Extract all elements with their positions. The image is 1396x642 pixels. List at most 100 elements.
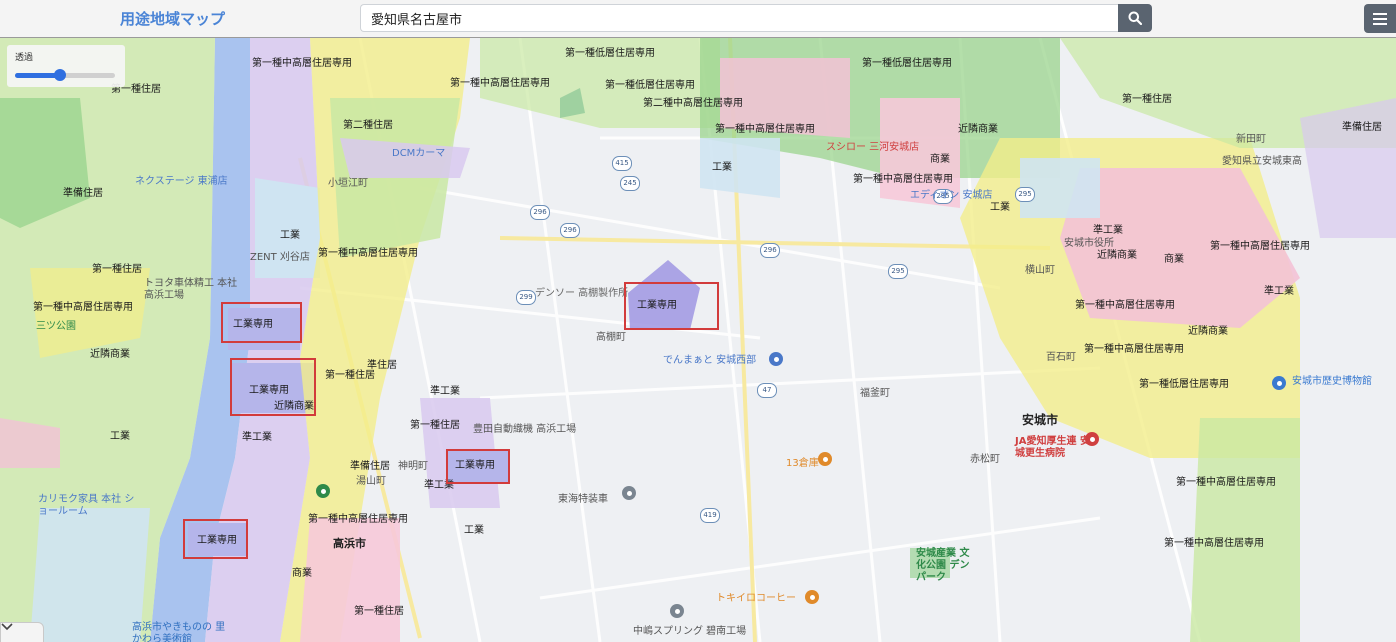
road-marker: 419 <box>700 508 720 523</box>
zone-label: 第一種低層住居専用 <box>565 48 655 59</box>
place-label: 安城市 <box>1022 413 1059 427</box>
zone-label: 準備住居 <box>63 188 103 199</box>
place-label: 安城産業 文化公園 デンパーク <box>916 548 970 583</box>
shop-pin-icon[interactable] <box>818 452 832 466</box>
zone-label: 第一種中高層住居専用 <box>450 78 550 89</box>
zone-label: 工業 <box>712 162 732 173</box>
place-label: JA愛知厚生連 安城更生病院 <box>1015 436 1090 459</box>
road-marker: 299 <box>516 290 536 305</box>
search-input[interactable] <box>360 4 1118 32</box>
zone-label: 準工業 <box>242 432 272 443</box>
app-header: 用途地域マップ <box>0 0 1396 38</box>
place-label: トキイロコーヒー <box>716 593 796 604</box>
highlight-label-2: 工業専用 <box>249 385 289 396</box>
zone-label: 準住居 <box>367 360 397 371</box>
place-label: DCMカーマ <box>392 148 446 159</box>
hospital-pin-icon[interactable] <box>1085 432 1099 446</box>
road-marker: 296 <box>530 205 550 220</box>
zone-label: 準工業 <box>430 386 460 397</box>
place-label: 安城市歴史博物館 <box>1292 376 1372 387</box>
highlight-label-4: 工業専用 <box>637 300 677 311</box>
place-label: 高棚町 <box>596 332 626 343</box>
search-icon <box>1128 11 1142 25</box>
chevron-down-icon <box>1 623 13 631</box>
zone-label: 第二種中高層住居専用 <box>643 98 743 109</box>
place-label: エディオン 安城店 <box>910 190 993 201</box>
place-label: 中嶋スプリング 碧南工場 <box>633 626 747 637</box>
place-label: 神明町 <box>398 461 428 472</box>
factory-pin-icon[interactable] <box>670 604 684 618</box>
zone-label: 第一種住居 <box>1122 94 1172 105</box>
zone-label: 商業 <box>1164 254 1184 265</box>
cafe-pin-icon[interactable] <box>805 590 819 604</box>
place-label: 百石町 <box>1046 352 1076 363</box>
zone-label: 第一種中高層住居専用 <box>1075 300 1175 311</box>
zone-label: 第一種住居 <box>92 264 142 275</box>
zone-label: 工業 <box>990 202 1010 213</box>
zone-label: 準備住居 <box>1342 122 1382 133</box>
zone-label: 準工業 <box>1264 286 1294 297</box>
place-label: カリモク家具 本社 ショールーム <box>38 494 135 517</box>
place-label: 13倉庫 <box>786 458 819 469</box>
zone-label: 第二種住居 <box>343 120 393 131</box>
zone-label: 第一種中高層住居専用 <box>1164 538 1264 549</box>
zone-label: 第一種低層住居専用 <box>605 80 695 91</box>
place-label: スシロー 三河安城店 <box>826 142 920 153</box>
highlight-label-3: 工業専用 <box>455 460 495 471</box>
place-label: 小垣江町 <box>328 178 368 189</box>
zone-label: 商業 <box>292 568 312 579</box>
place-label: デンソー 高棚製作所 <box>535 288 629 299</box>
zone-label: 第一種低層住居専用 <box>1139 379 1229 390</box>
road-marker: 47 <box>757 383 777 398</box>
place-label: トヨタ車体精工 本社 高浜工場 <box>144 278 238 301</box>
zone-label: 第一種中高層住居専用 <box>252 58 352 69</box>
zone-label: 第一種中高層住居専用 <box>1210 241 1310 252</box>
place-label: 福釜町 <box>860 388 890 399</box>
search-button[interactable] <box>1118 4 1152 32</box>
expand-toggle-button[interactable] <box>0 622 44 642</box>
highlight-label-5: 工業専用 <box>197 535 237 546</box>
factory-pin-icon[interactable] <box>622 486 636 500</box>
zone-label: 工業 <box>110 431 130 442</box>
hamburger-menu-icon <box>1373 12 1387 25</box>
zone-label: 近隣商業 <box>1097 250 1137 261</box>
app-title[interactable]: 用途地域マップ <box>120 8 225 29</box>
menu-button[interactable] <box>1364 4 1396 33</box>
highlight-label-1: 工業専用 <box>233 319 273 330</box>
place-label: ZENT 刈谷店 <box>250 252 310 263</box>
zone-label: 第一種低層住居専用 <box>862 58 952 69</box>
zone-label: 準備住居 <box>350 461 390 472</box>
opacity-panel: 透過 <box>7 45 125 87</box>
road-marker: 295 <box>1015 187 1035 202</box>
opacity-slider-thumb[interactable] <box>54 69 66 81</box>
zone-label: 第一種中高層住居専用 <box>1084 344 1184 355</box>
zone-label: 近隣商業 <box>958 124 998 135</box>
place-label: 高浜市 <box>333 537 366 550</box>
zone-label: 第一種中高層住居専用 <box>308 514 408 525</box>
map-canvas[interactable]: 296 296 296 295 295 295 299 47 415 245 419 工業専用 工業… <box>0 38 1396 642</box>
park-pin-icon[interactable] <box>316 484 330 498</box>
road-marker: 296 <box>760 243 780 258</box>
zone-label: 第一種住居 <box>410 420 460 431</box>
road-marker: 296 <box>560 223 580 238</box>
zone-label: 準工業 <box>1093 225 1123 236</box>
place-label: ネクステージ 東浦店 <box>135 176 228 187</box>
place-label: 東海特装車 <box>558 494 608 505</box>
search-bar <box>360 4 1152 32</box>
store-pin-icon[interactable] <box>769 352 783 366</box>
zone-label: 工業 <box>280 230 300 241</box>
zone-label: 第一種中高層住居専用 <box>853 174 953 185</box>
zone-label: 近隣商業 <box>1188 326 1228 337</box>
place-label: 三ツ公園 <box>36 321 76 332</box>
zone-label: 第一種中高層住居専用 <box>318 248 418 259</box>
place-label: 愛知県立安城東高 <box>1222 156 1302 167</box>
road-marker: 295 <box>888 264 908 279</box>
place-label: 赤松町 <box>970 454 1000 465</box>
place-label: 安城市役所 <box>1064 238 1114 249</box>
place-label: 湯山町 <box>356 476 386 487</box>
zone-label: 工業 <box>464 525 484 536</box>
opacity-slider[interactable] <box>15 69 115 81</box>
zone-label: 第一種中高層住居専用 <box>715 124 815 135</box>
museum-pin-icon[interactable] <box>1272 376 1286 390</box>
opacity-label: 透過 <box>15 53 34 63</box>
